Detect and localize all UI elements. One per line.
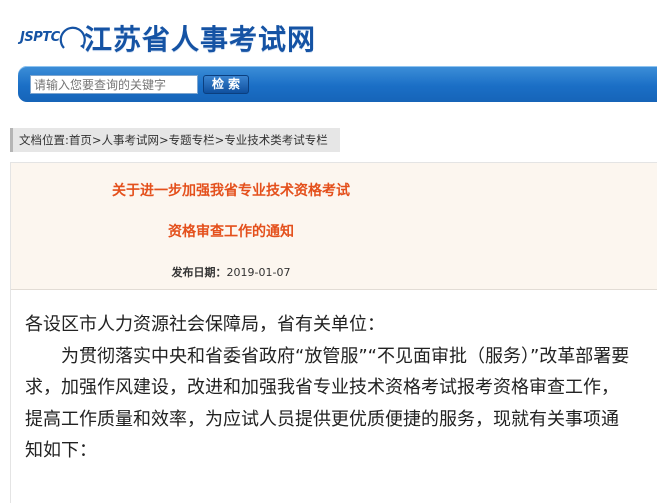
search-bar: 检索: [18, 66, 657, 102]
site-logo[interactable]: JSPTC: [20, 20, 86, 56]
publish-date-value: 2019-01-07: [226, 266, 291, 279]
search-input[interactable]: [30, 75, 198, 94]
article-header: 关于进一步加强我省专业技术资格考试 资格审查工作的通知 发布日期：2019-01…: [11, 163, 657, 289]
search-button[interactable]: 检索: [203, 75, 249, 94]
article-title-line1: 关于进一步加强我省专业技术资格考试: [112, 183, 350, 199]
logo-arc-icon: [59, 26, 86, 49]
publish-date-label: 发布日期：: [171, 266, 227, 279]
breadcrumb[interactable]: 文档位置:首页>人事考试网>专题专栏>专业技术类考试专栏: [10, 128, 340, 152]
paragraph: 为贯彻落实中央和省委省政府“放管服”“不见面审批（服务）”改革部署要求，加强作风…: [25, 345, 630, 462]
article: 关于进一步加强我省专业技术资格考试 资格审查工作的通知 发布日期：2019-01…: [10, 162, 657, 503]
header-divider: [11, 289, 657, 290]
salutation: 各设区市人力资源社会保障局，省有关单位：: [25, 314, 385, 335]
article-title-line2: 资格审查工作的通知: [168, 224, 294, 240]
article-body: 各设区市人力资源社会保障局，省有关单位： 为贯彻落实中央和省委省政府“放管服”“…: [25, 309, 635, 467]
publish-date: 发布日期：2019-01-07: [11, 264, 451, 280]
site-header: JSPTC 江苏省人事考试网: [20, 18, 316, 58]
page: JSPTC 江苏省人事考试网 检索 文档位置:首页>人事考试网>专题专栏>专业技…: [0, 0, 657, 503]
logo-abbr-text: JSPTC: [20, 30, 60, 45]
site-title: 江苏省人事考试网: [84, 23, 317, 56]
